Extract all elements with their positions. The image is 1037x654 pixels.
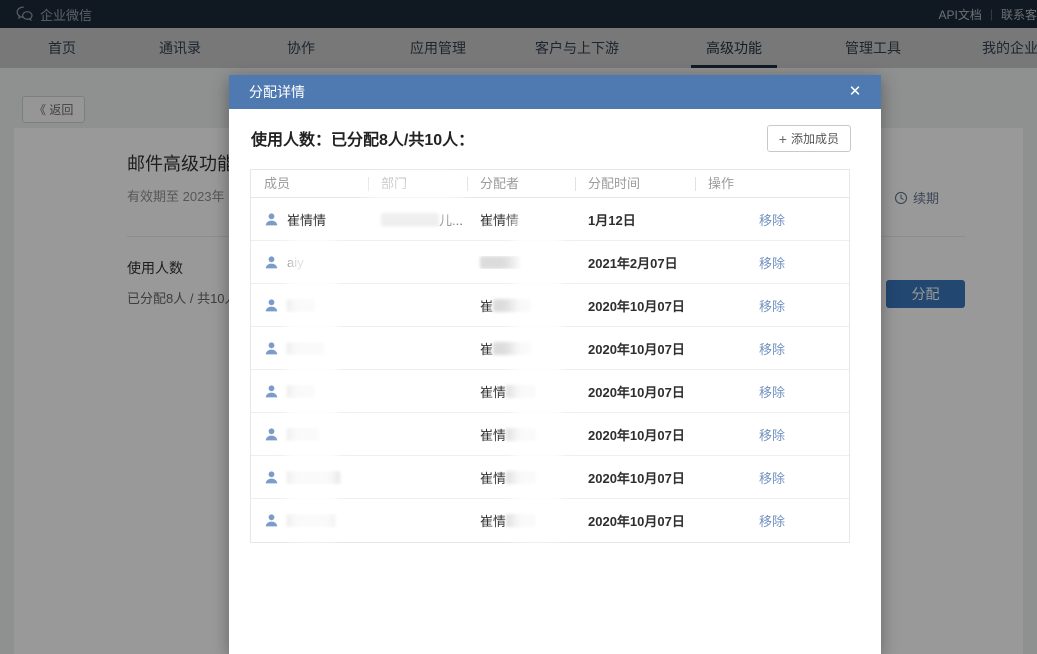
action-cell: 移除	[695, 468, 849, 487]
date-cell: 2020年10月07日	[575, 296, 695, 315]
modal-header: 分配详情	[229, 75, 881, 109]
assigner-cell: 崔情	[467, 511, 575, 530]
remove-link[interactable]: 移除	[759, 296, 785, 315]
table-header: 成员部门分配者分配时间操作	[251, 170, 849, 198]
censored-text	[287, 385, 315, 398]
column-header: 分配者	[467, 170, 575, 197]
date-cell: 2020年10月07日	[575, 468, 695, 487]
column-header: 分配时间	[575, 170, 695, 197]
person-icon	[264, 341, 279, 356]
censored-text	[506, 514, 536, 527]
assigner-name: 崔情情	[480, 210, 519, 229]
censored-text	[506, 428, 536, 441]
member-cell	[251, 341, 368, 356]
assigner-cell: 崔情情	[467, 210, 575, 229]
assigner-name: 崔	[480, 339, 493, 358]
remove-link[interactable]: 移除	[759, 339, 785, 358]
table-body: 崔情情儿...崔情情1月12日移除aiy2021年2月07日移除崔2020年10…	[251, 198, 849, 542]
member-name: 崔情情	[287, 210, 326, 229]
member-cell	[251, 384, 368, 399]
department-suffix: 儿...	[439, 210, 463, 229]
table-row: 崔情 2020年10月07日 移除	[251, 370, 849, 413]
table-row: 崔 2020年10月07日 移除	[251, 327, 849, 370]
assigner-cell: 崔情	[467, 468, 575, 487]
table-row: aiy 2021年2月07日 移除	[251, 241, 849, 284]
censored-text	[493, 299, 531, 312]
add-member-label: 添加成员	[791, 130, 839, 147]
action-cell: 移除	[695, 511, 849, 530]
action-cell: 移除	[695, 339, 849, 358]
censored-text	[287, 514, 335, 527]
assigner-name: 崔情	[480, 425, 506, 444]
censored-text	[381, 213, 439, 226]
person-icon	[264, 212, 279, 227]
action-cell: 移除	[695, 425, 849, 444]
table-row: 崔 2020年10月07日 移除	[251, 284, 849, 327]
action-cell: 移除	[695, 382, 849, 401]
plus-icon: +	[779, 131, 787, 147]
table-row: 崔情 2020年10月07日 移除	[251, 499, 849, 542]
table-row: 崔情情儿...崔情情1月12日移除	[251, 198, 849, 241]
remove-link[interactable]: 移除	[759, 382, 785, 401]
assigner-name: 崔情	[480, 511, 506, 530]
member-cell: 崔情情	[251, 210, 368, 229]
add-member-button[interactable]: + 添加成员	[767, 125, 851, 152]
date-cell: 2021年2月07日	[575, 253, 695, 272]
member-cell	[251, 470, 368, 485]
censored-text	[506, 471, 536, 484]
assigner-cell: 崔	[467, 296, 575, 315]
person-icon	[264, 255, 279, 270]
assigner-name: 崔情	[480, 468, 506, 487]
censored-text	[287, 299, 315, 312]
usage-summary-count: 已分配8人/共10人：	[331, 132, 474, 149]
censored-text	[493, 342, 531, 355]
action-cell: 移除	[695, 253, 849, 272]
date-cell: 2020年10月07日	[575, 382, 695, 401]
assigner-cell: 崔情	[467, 425, 575, 444]
date-cell: 2020年10月07日	[575, 511, 695, 530]
assigner-cell: 崔	[467, 339, 575, 358]
assigner-name: 崔	[480, 296, 493, 315]
censored-text	[287, 342, 324, 355]
person-icon	[264, 470, 279, 485]
member-cell	[251, 298, 368, 313]
member-name: aiy	[287, 255, 304, 270]
person-icon	[264, 513, 279, 528]
member-cell: aiy	[251, 255, 368, 270]
person-icon	[264, 298, 279, 313]
action-cell: 移除	[695, 210, 849, 229]
remove-link[interactable]: 移除	[759, 253, 785, 272]
censored-text	[506, 385, 536, 398]
column-header: 成员	[251, 170, 368, 197]
modal-title: 分配详情	[249, 82, 305, 102]
members-table: 成员部门分配者分配时间操作 崔情情儿...崔情情1月12日移除aiy2021年2…	[250, 169, 850, 543]
censored-text	[287, 471, 340, 484]
usage-summary: 使用人数：已分配8人/共10人：	[251, 126, 474, 150]
censored-text	[287, 428, 319, 441]
table-row: 崔情 2020年10月07日 移除	[251, 413, 849, 456]
person-icon	[264, 427, 279, 442]
close-icon[interactable]: ✕	[843, 80, 867, 104]
assigner-cell	[467, 256, 575, 269]
remove-link[interactable]: 移除	[759, 468, 785, 487]
member-cell	[251, 513, 368, 528]
assigner-name: 崔情	[480, 382, 506, 401]
censored-text	[480, 256, 520, 269]
table-row: 崔情 2020年10月07日 移除	[251, 456, 849, 499]
member-cell	[251, 427, 368, 442]
remove-link[interactable]: 移除	[759, 511, 785, 530]
date-cell: 2020年10月07日	[575, 425, 695, 444]
column-header: 部门	[368, 170, 467, 197]
date-cell: 2020年10月07日	[575, 339, 695, 358]
remove-link[interactable]: 移除	[759, 425, 785, 444]
assigner-cell: 崔情	[467, 382, 575, 401]
person-icon	[264, 384, 279, 399]
action-cell: 移除	[695, 296, 849, 315]
column-header: 操作	[695, 170, 849, 197]
usage-summary-prefix: 使用人数：	[251, 132, 331, 149]
date-cell: 1月12日	[575, 210, 695, 229]
remove-link[interactable]: 移除	[759, 210, 785, 229]
department-cell: 儿...	[368, 210, 467, 229]
allocation-modal: 分配详情 ✕ 使用人数：已分配8人/共10人： + 添加成员 成员部门分配者分配…	[229, 75, 881, 654]
